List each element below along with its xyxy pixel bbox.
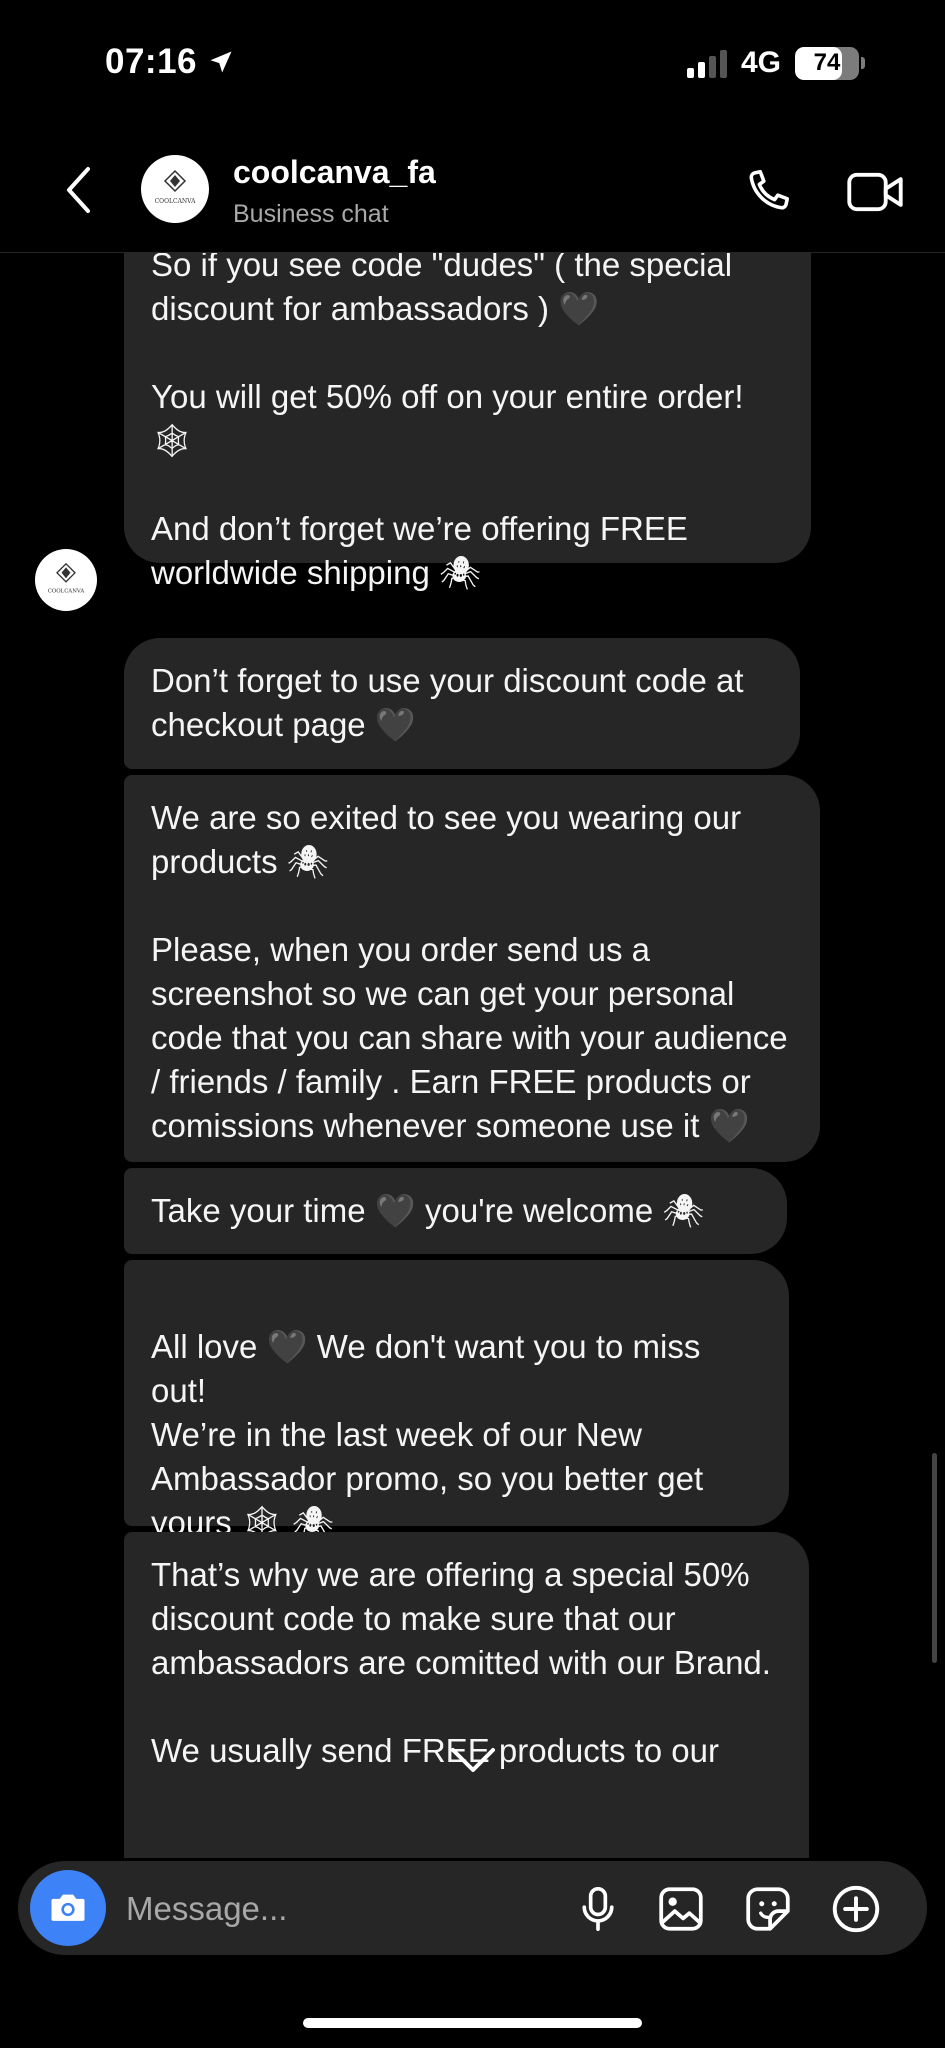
sticker-button[interactable] <box>742 1883 794 1935</box>
message-bubble[interactable]: We are so exited to see you wearing our … <box>124 775 820 1162</box>
contact-subtitle: Business chat <box>233 200 389 228</box>
camera-icon <box>51 1894 85 1921</box>
message-paragraph: Please, when you order send us a screens… <box>151 931 788 1144</box>
voice-call-button[interactable] <box>740 165 794 219</box>
location-arrow-icon <box>210 51 232 73</box>
message-paragraph: All love 🖤 We don't want you to miss out… <box>151 1328 704 1541</box>
more-options-button[interactable] <box>830 1883 882 1935</box>
message-paragraph: That’s why we are offering a special 50%… <box>151 1556 771 1681</box>
message-bubble[interactable]: So if you see code "dudes" ( the special… <box>124 253 811 591</box>
network-type: 4G <box>740 46 781 79</box>
status-indicators: 4G 74 <box>686 46 865 80</box>
message-paragraph: You will get 50% off on your entire orde… <box>151 378 744 459</box>
contact-name[interactable]: coolcanva_fa <box>233 154 436 191</box>
message-thread[interactable]: So if you see code "dudes" ( the special… <box>0 253 945 1858</box>
time-text: 07:16 <box>105 42 198 81</box>
scroll-to-bottom-button[interactable] <box>443 1740 503 1780</box>
message-paragraph: So if you see code "dudes" ( the special… <box>151 253 733 327</box>
message-input[interactable] <box>124 1883 558 1935</box>
video-call-button[interactable] <box>845 165 905 219</box>
contact-avatar[interactable]: COOLCANVA <box>141 155 209 223</box>
chevron-left-icon <box>67 167 90 213</box>
microphone-icon <box>582 1887 614 1931</box>
scrollbar[interactable] <box>932 1453 937 1663</box>
message-paragraph: Take your time 🖤 you're welcome 🕷 <box>151 1192 705 1229</box>
brand-logo: COOLCANVA <box>48 562 85 595</box>
home-indicator[interactable] <box>303 2018 642 2028</box>
message-paragraph: Don’t forget to use your discount code a… <box>151 662 744 743</box>
message-paragraph: We are so exited to see you wearing our … <box>151 799 742 880</box>
voice-message-button[interactable] <box>572 1883 624 1935</box>
video-camera-icon <box>847 172 903 212</box>
phone-icon <box>749 169 790 210</box>
message-composer <box>18 1861 927 1955</box>
image-icon <box>659 1887 703 1931</box>
cellular-signal-icon <box>686 48 727 78</box>
message-bubble[interactable]: That’s why we are offering a special 50%… <box>124 1532 809 1858</box>
gallery-button[interactable] <box>655 1883 707 1935</box>
back-button[interactable] <box>55 160 103 220</box>
chat-header: COOLCANVA coolcanva_fa Business chat <box>0 130 945 253</box>
status-bar: 07:16 4G 74 <box>0 0 945 130</box>
chevron-down-icon <box>451 1748 495 1772</box>
message-bubble[interactable]: Take your time 🖤 you're welcome 🕷 <box>124 1168 787 1254</box>
message-paragraph: And don’t forget we’re offering FREE wor… <box>151 510 688 591</box>
camera-button[interactable] <box>30 1870 106 1946</box>
sticker-icon <box>746 1887 790 1931</box>
svg-text:COOLCANVA: COOLCANVA <box>155 198 197 205</box>
message-bubble[interactable]: All love 🖤 We don't want you to miss out… <box>124 1260 789 1541</box>
message-bubble[interactable]: Don’t forget to use your discount code a… <box>124 638 800 769</box>
brand-logo: COOLCANVA <box>155 169 197 205</box>
status-time: 07:16 <box>105 42 235 82</box>
plus-circle-icon <box>832 1885 880 1933</box>
svg-text:COOLCANVA: COOLCANVA <box>48 589 85 595</box>
sender-avatar[interactable]: COOLCANVA <box>35 549 97 611</box>
battery-icon: 74 <box>795 46 865 80</box>
battery-percent: 74 <box>813 49 841 76</box>
